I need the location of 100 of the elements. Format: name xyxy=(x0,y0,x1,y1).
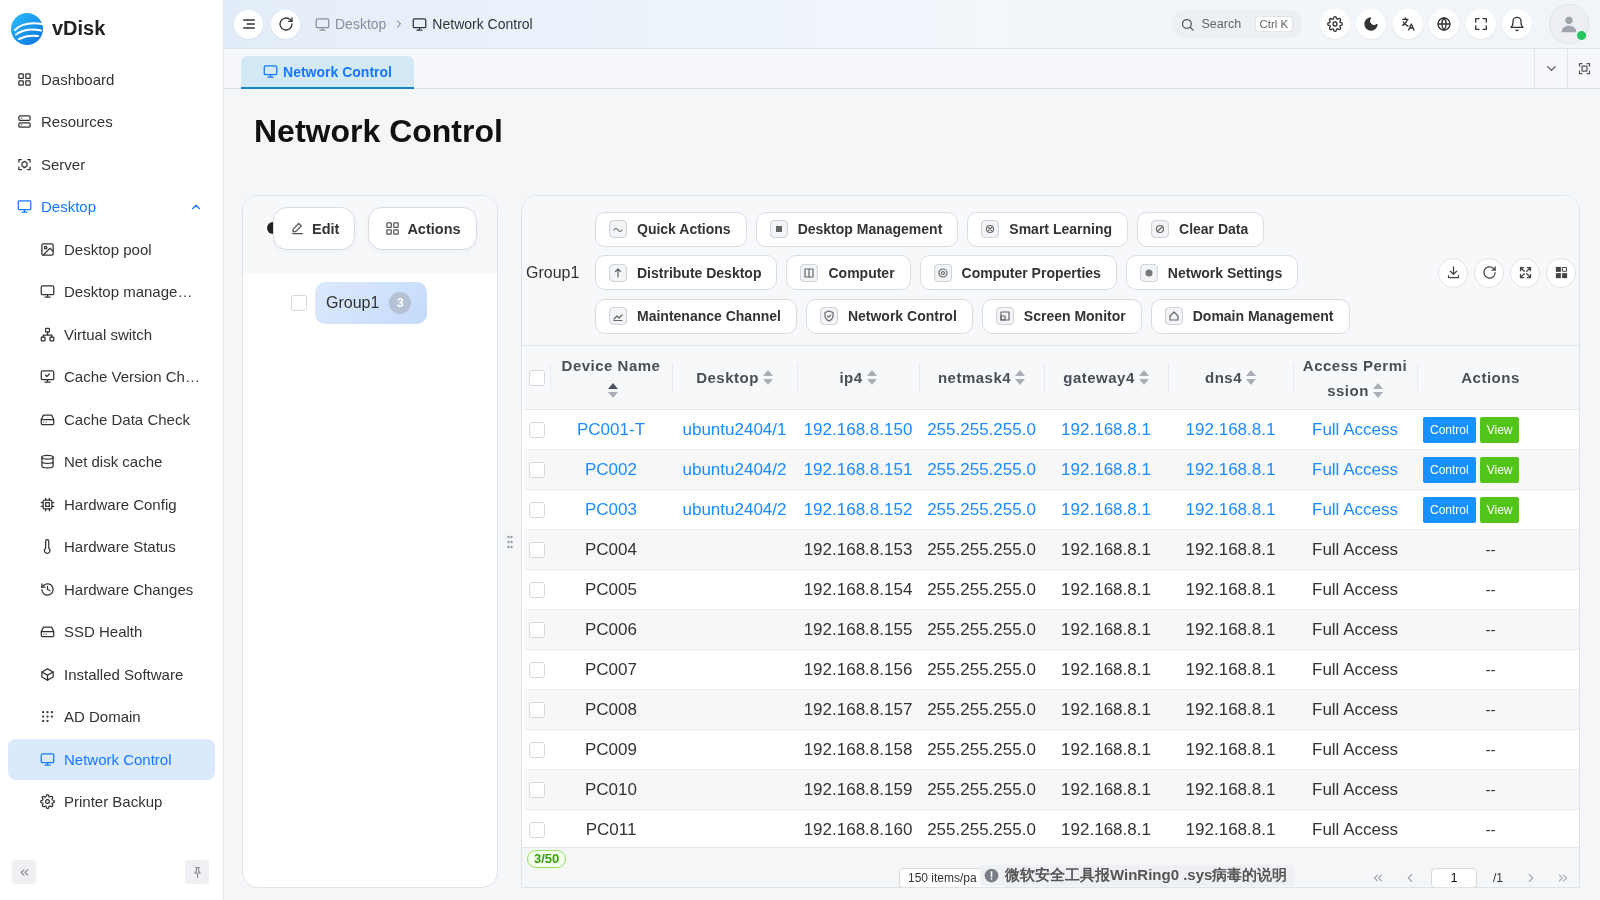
window-icon xyxy=(995,307,1014,325)
sidebar-item[interactable]: Dashboard xyxy=(8,58,215,100)
checkbox[interactable] xyxy=(529,501,545,518)
table-cell: 192.168.8.158 xyxy=(803,739,913,760)
checkbox[interactable] xyxy=(529,781,545,798)
sidebar-item[interactable]: Server xyxy=(8,143,215,185)
checkbox[interactable] xyxy=(529,661,545,678)
tree-item[interactable]: Group1 3 xyxy=(315,282,427,324)
fullscreen-button[interactable] xyxy=(1465,9,1496,39)
refresh-button[interactable] xyxy=(271,9,300,39)
sidebar-item[interactable]: Hardware Config xyxy=(8,483,215,525)
monitor-icon xyxy=(263,64,279,79)
collapse-button[interactable] xyxy=(12,860,36,884)
table-cell: PC006 xyxy=(585,619,637,640)
server-stack-icon xyxy=(17,114,32,129)
table-cell: 255.255.255.0 xyxy=(927,699,1036,720)
table-cell: PC004 xyxy=(585,539,637,560)
notifications-button[interactable] xyxy=(1502,9,1532,39)
refresh-button[interactable] xyxy=(1474,257,1504,288)
sidebar-item[interactable]: Resources xyxy=(8,101,215,142)
column-header[interactable]: dns4 xyxy=(1205,365,1256,390)
column-header[interactable]: Actions xyxy=(1461,365,1520,390)
action-button[interactable]: Desktop Management xyxy=(755,211,959,247)
checkbox[interactable] xyxy=(529,581,545,598)
checkbox[interactable] xyxy=(529,421,545,438)
settings-button[interactable] xyxy=(1319,9,1350,39)
focus-frame-icon[interactable] xyxy=(1576,61,1592,76)
column-header[interactable]: Desktop xyxy=(696,365,773,390)
sidebar-item[interactable]: Desktop pool xyxy=(8,228,215,270)
download-icon xyxy=(1445,265,1461,280)
scan-frame-icon xyxy=(17,156,32,172)
sidebar-item[interactable]: Hardware Status xyxy=(8,526,215,567)
sidebar-item[interactable]: Desktop xyxy=(8,186,215,227)
expand-button[interactable] xyxy=(1510,257,1540,288)
table-cell: Full Access xyxy=(1312,779,1398,800)
page-total: /1 xyxy=(1493,871,1503,885)
toolbar-button[interactable]: Edit xyxy=(273,207,356,250)
globe-button[interactable] xyxy=(1429,9,1459,39)
sidebar-item[interactable]: Desktop manage… xyxy=(8,271,215,312)
table-cell: 192.168.8.1 xyxy=(1185,419,1276,440)
checkbox[interactable] xyxy=(529,461,545,478)
checkbox[interactable] xyxy=(529,621,545,638)
sidebar-item[interactable]: Cache Version Ch… xyxy=(8,356,215,397)
checkbox[interactable] xyxy=(529,701,545,718)
column-header[interactable]: Access Permission xyxy=(1301,352,1409,403)
package-icon xyxy=(40,666,55,682)
line-chart-icon xyxy=(609,307,627,325)
sidebar-item[interactable]: Installed Software xyxy=(8,653,215,695)
action-button[interactable]: Network Control xyxy=(805,298,973,334)
checkbox[interactable] xyxy=(529,541,545,558)
globe-icon xyxy=(1436,16,1452,32)
sidebar-item[interactable]: Hardware Changes xyxy=(8,568,215,610)
search-icon xyxy=(1179,16,1195,32)
sidebar-item[interactable]: AD Domain xyxy=(8,696,215,737)
sidebar-item[interactable]: Printer Backup xyxy=(8,781,215,822)
pin-button[interactable] xyxy=(185,860,209,884)
page-input[interactable]: 1 xyxy=(1431,868,1477,887)
language-button[interactable] xyxy=(1392,9,1423,39)
column-header[interactable]: netmask4 xyxy=(937,365,1026,390)
table-cell: Full Access xyxy=(1312,659,1398,680)
shield-icon xyxy=(819,307,838,325)
action-button[interactable]: Quick Actions xyxy=(595,211,747,247)
action-button[interactable]: Screen Monitor xyxy=(981,298,1142,334)
toolbar-button[interactable]: Actions xyxy=(368,207,477,250)
column-header[interactable]: Device Name xyxy=(558,352,664,403)
image-icon xyxy=(40,241,55,257)
search-field[interactable]: Search xyxy=(1201,17,1248,31)
theme-button[interactable] xyxy=(1356,9,1386,39)
action-button[interactable]: Smart Learning xyxy=(967,211,1129,247)
panel-icon xyxy=(800,263,819,282)
column-header[interactable]: gateway4 xyxy=(1063,365,1149,390)
sort-icon[interactable] xyxy=(608,382,618,398)
breadcrumb-link[interactable]: Network Control xyxy=(412,16,533,32)
sidebar-item[interactable]: Net disk cache xyxy=(8,441,215,482)
sidebar-item[interactable]: Cache Data Check xyxy=(8,398,215,440)
checkbox[interactable] xyxy=(529,821,545,838)
action-button[interactable]: Clear Data xyxy=(1137,211,1265,247)
table-cell: PC011 xyxy=(585,819,637,840)
menu-button[interactable] xyxy=(234,9,263,39)
hard-drive-icon xyxy=(40,411,55,427)
table-cell: 192.168.8.1 xyxy=(1185,619,1276,640)
action-button[interactable]: Computer Properties xyxy=(919,255,1117,290)
action-button[interactable]: Distribute Desktop xyxy=(595,255,778,290)
avatar[interactable] xyxy=(1549,4,1589,44)
column-header[interactable]: ip4 xyxy=(839,365,877,390)
checkbox[interactable] xyxy=(529,741,545,758)
layout-button[interactable] xyxy=(1546,257,1576,288)
action-button[interactable]: Computer xyxy=(786,255,911,290)
download-button[interactable] xyxy=(1438,257,1468,288)
grip-icon[interactable] xyxy=(506,534,513,549)
action-button[interactable]: Maintenance Channel xyxy=(595,298,797,334)
sidebar-item[interactable]: SSD Health xyxy=(8,611,215,652)
table-cell: 192.168.8.1 xyxy=(1185,659,1276,680)
sidebar-item[interactable]: Virtual switch xyxy=(8,313,215,355)
action-button[interactable]: Domain Management xyxy=(1150,298,1350,334)
checkbox[interactable] xyxy=(291,295,307,311)
bell-icon xyxy=(1509,16,1525,32)
table-cell: 192.168.8.1 xyxy=(1185,819,1276,840)
checkbox[interactable] xyxy=(529,369,545,386)
action-button[interactable]: Network Settings xyxy=(1125,255,1299,290)
